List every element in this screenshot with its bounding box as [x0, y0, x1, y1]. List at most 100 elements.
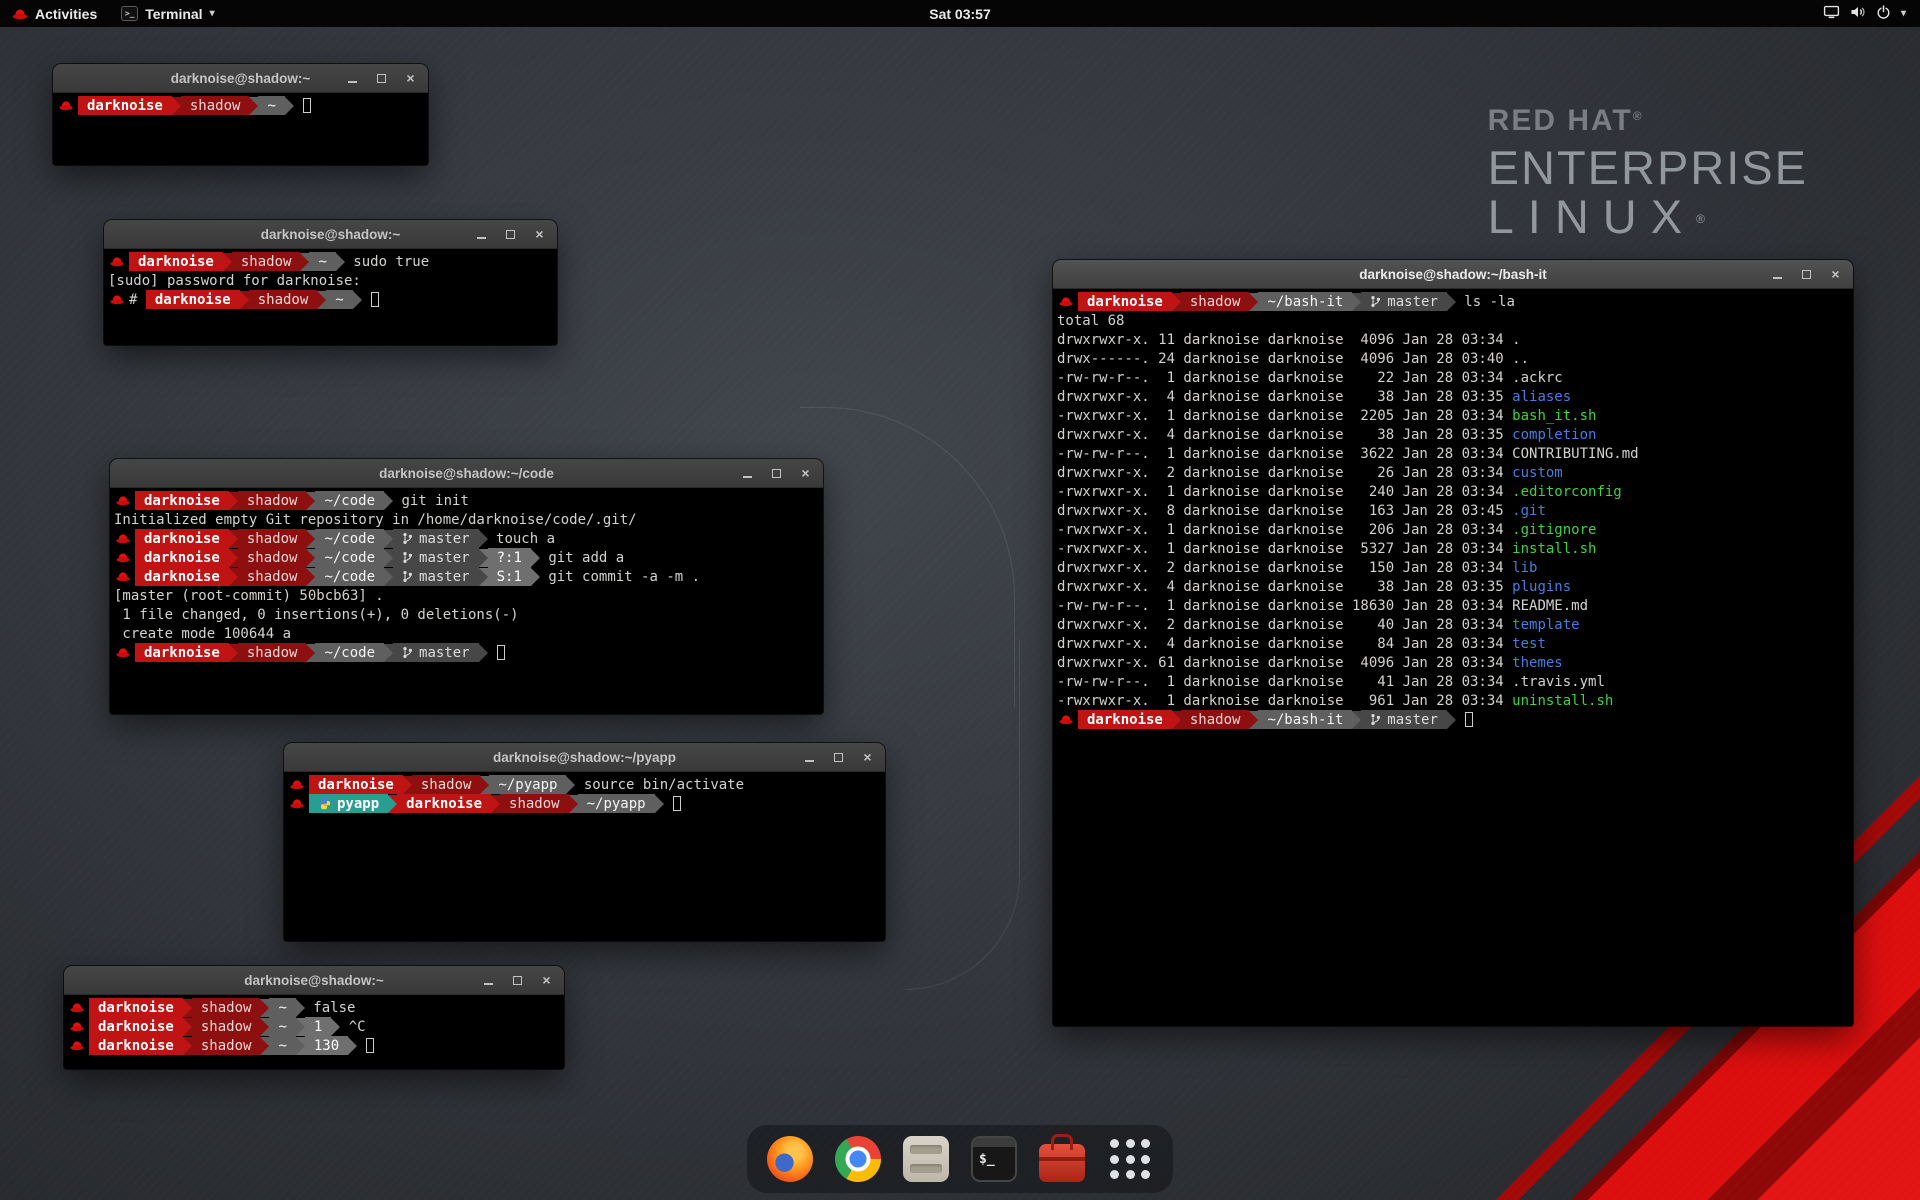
window-title: darknoise@shadow:~/code: [379, 466, 554, 481]
terminal-content[interactable]: darknoiseshadow~ falsedarknoiseshadow~1 …: [64, 995, 564, 1069]
toolbox-icon[interactable]: [1037, 1134, 1087, 1184]
prompt-segment-user: darknoise: [135, 643, 229, 662]
prompt-segment-git: master: [1361, 710, 1447, 729]
terminal-text: drwxrwxr-x. 61 darknoise darknoise 4096 …: [1057, 655, 1512, 671]
powerline-separator: [183, 999, 192, 1017]
window-title: darknoise@shadow:~: [244, 973, 384, 988]
firefox-icon[interactable]: [765, 1134, 815, 1184]
redhat-prompt-icon: [70, 1040, 84, 1051]
terminal-window-exit-codes[interactable]: darknoise@shadow:~×darknoiseshadow~ fals…: [64, 966, 564, 1069]
terminal-text: Initialized empty Git repository in /hom…: [114, 512, 637, 528]
close-button[interactable]: ×: [1828, 267, 1843, 282]
close-button[interactable]: ×: [798, 466, 813, 481]
terminal-line: -rwxrwxr-x. 1 darknoise darknoise 206 Ja…: [1057, 520, 1849, 539]
terminal-content[interactable]: darknoiseshadow~/pyapp source bin/activa…: [284, 772, 885, 941]
minimize-button[interactable]: [802, 750, 817, 765]
prompt-segment-host: shadow: [500, 794, 569, 813]
minimize-button[interactable]: [481, 973, 496, 988]
chrome-icon[interactable]: [833, 1134, 883, 1184]
maximize-button[interactable]: [503, 227, 518, 242]
terminal-text: install.sh: [1512, 541, 1596, 557]
app-menu[interactable]: Terminal ▾: [109, 0, 226, 27]
window-titlebar[interactable]: darknoise@shadow:~/code ×: [110, 459, 823, 488]
powerline-separator: [331, 1018, 340, 1036]
close-button[interactable]: ×: [860, 750, 875, 765]
prompt-segment-path: ~/code: [315, 643, 384, 662]
prompt-segment-path: ~: [269, 1036, 295, 1055]
terminal-cursor: [371, 292, 379, 307]
terminal-window-bash-it[interactable]: darknoise@shadow:~/bash-it×darknoiseshad…: [1053, 260, 1853, 1026]
app-grid-icon[interactable]: [1105, 1134, 1155, 1184]
powerline-separator: [249, 97, 258, 115]
terminal-text: drwxrwxr-x. 11 darknoise darknoise 4096 …: [1057, 332, 1512, 348]
terminal-content[interactable]: darknoiseshadow~: [53, 93, 428, 165]
minimize-button[interactable]: [1770, 267, 1785, 282]
minimize-button[interactable]: [345, 71, 360, 86]
prompt-segment-path: ~/pyapp: [489, 775, 566, 794]
prompt-segment-stat: 1: [305, 1017, 331, 1036]
powerline-separator: [384, 644, 393, 662]
terminal-line: darknoiseshadow~/bash-itmaster ls -la: [1057, 292, 1849, 311]
powerline-separator: [336, 253, 345, 271]
powerline-separator: [384, 530, 393, 548]
powerline-separator: [479, 530, 488, 548]
terminal-window-pyapp[interactable]: darknoise@shadow:~/pyapp × darknoiseshadow…: [284, 743, 885, 941]
window-titlebar[interactable]: darknoise@shadow:~/pyapp ×: [284, 743, 885, 772]
terminal-line: drwxrwxr-x. 61 darknoise darknoise 4096 …: [1057, 653, 1849, 672]
window-titlebar[interactable]: darknoise@shadow:~/bash-it×: [1053, 260, 1853, 289]
terminal-text: ..: [1512, 351, 1529, 367]
terminal-cursor: [1465, 712, 1473, 727]
minimize-button[interactable]: [474, 227, 489, 242]
terminal-content[interactable]: darknoiseshadow~/bash-itmaster ls -latot…: [1053, 289, 1853, 1026]
redhat-prompt-icon: [110, 256, 124, 267]
terminal-line: darknoiseshadow~/pyapp source bin/activa…: [288, 775, 881, 794]
redhat-prompt-icon: [290, 779, 304, 790]
terminal-content[interactable]: darknoiseshadow~ sudo true[sudo] passwor…: [104, 249, 557, 345]
terminal-text: drwxrwxr-x. 2 darknoise darknoise 150 Ja…: [1057, 560, 1512, 576]
powerline-separator: [479, 644, 488, 662]
terminal-icon[interactable]: $_: [969, 1134, 1019, 1184]
maximize-button[interactable]: [510, 973, 525, 988]
maximize-button[interactable]: [1799, 267, 1814, 282]
prompt-segment-host: shadow: [238, 491, 307, 510]
maximize-button[interactable]: [831, 750, 846, 765]
close-button[interactable]: ×: [539, 973, 554, 988]
window-title: darknoise@shadow:~/pyapp: [493, 750, 676, 765]
prompt-segment-path: ~: [326, 290, 352, 309]
terminal-content[interactable]: darknoiseshadow~/code git initInitialize…: [110, 488, 823, 714]
prompt-segment-user: darknoise: [146, 290, 240, 309]
terminal-window-code[interactable]: darknoise@shadow:~/code × darknoise shadow ~…: [110, 459, 823, 714]
powerline-separator: [296, 1018, 305, 1036]
activities-button[interactable]: Activities: [0, 0, 109, 27]
prompt-segment-host: shadow: [181, 96, 250, 115]
system-status-area[interactable]: ▾: [1809, 0, 1920, 27]
powerline-separator: [480, 776, 489, 794]
maximize-button[interactable]: [769, 466, 784, 481]
prompt-segment-host: shadow: [192, 998, 261, 1017]
chevron-down-icon: ▾: [1901, 8, 1906, 19]
prompt-segment-user: darknoise: [89, 998, 183, 1017]
terminal-text: drwxrwxr-x. 4 darknoise darknoise 84 Jan…: [1057, 636, 1512, 652]
close-button[interactable]: ×: [403, 71, 418, 86]
close-button[interactable]: ×: [532, 227, 547, 242]
prompt-segment-path: ~/code: [315, 491, 384, 510]
window-titlebar[interactable]: darknoise@shadow:~ ×: [64, 966, 564, 995]
prompt-segment-host: shadow: [238, 529, 307, 548]
window-titlebar[interactable]: darknoise@shadow:~×: [53, 64, 428, 93]
terminal-line: # darknoiseshadow~: [108, 290, 553, 309]
files-icon[interactable]: [901, 1134, 951, 1184]
terminal-window-sudo[interactable]: darknoise@shadow:~×darknoiseshadow~ sudo…: [104, 220, 557, 345]
terminal-text: sudo true: [345, 254, 429, 270]
window-buttons: ×: [474, 220, 547, 248]
terminal-cursor: [303, 98, 311, 113]
terminal-line: pyappdarknoiseshadow~/pyapp: [288, 794, 881, 813]
terminal-line: darknoiseshadow~/bash-itmaster: [1057, 710, 1849, 729]
clock[interactable]: Sat 03:57: [929, 6, 990, 22]
terminal-line: drwxrwxr-x. 2 darknoise darknoise 40 Jan…: [1057, 615, 1849, 634]
window-titlebar[interactable]: darknoise@shadow:~×: [104, 220, 557, 249]
terminal-window-home[interactable]: darknoise@shadow:~×darknoiseshadow~: [53, 64, 428, 165]
minimize-button[interactable]: [740, 466, 755, 481]
maximize-button[interactable]: [374, 71, 389, 86]
redhat-prompt-icon: [1059, 714, 1073, 725]
terminal-text: themes: [1512, 655, 1563, 671]
